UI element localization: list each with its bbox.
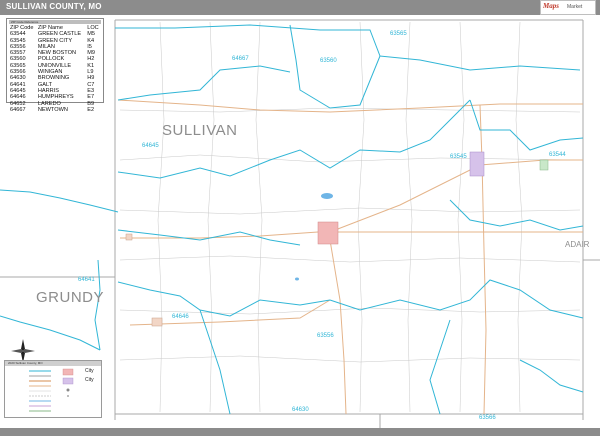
- brand-logo: Maps: [543, 2, 559, 10]
- zip-label-63560: 63560: [320, 58, 337, 64]
- zip-table: ZIP Code ZIP Name LOC 63544 GREEN CASTLE M…: [9, 25, 101, 113]
- title-bar: SULLIVAN COUNTY, MO Maps Market: [0, 0, 600, 15]
- zip-boundary: [117, 65, 291, 101]
- brand-sub: Market: [567, 4, 583, 10]
- minor-road: [405, 21, 413, 413]
- milan-town: [317, 221, 339, 245]
- county-label-sullivan: SULLIVAN: [162, 122, 238, 139]
- highway: [479, 104, 487, 415]
- bottom-bar: [0, 428, 600, 436]
- minor-road: [515, 21, 523, 413]
- legend-city-swatch: [62, 368, 74, 376]
- table-row: 63545 GREEN CITY K4: [9, 38, 101, 44]
- minor-road: [119, 355, 581, 363]
- legend-city-label-2: City: [85, 377, 94, 383]
- green-castle-town: [539, 159, 549, 171]
- table-row: 64630 BROWNING H9: [9, 75, 101, 81]
- table-row: 64652 LAREDO B9: [9, 101, 101, 107]
- minor-roads: [119, 21, 581, 413]
- zip-cell: 64667: [10, 106, 26, 113]
- county-label-adair: ADAIR: [565, 240, 590, 249]
- zip-label-63545: 63545: [450, 154, 467, 160]
- zip-boundary: [429, 319, 451, 415]
- table-row: 63544 GREEN CASTLE M5: [9, 31, 101, 37]
- table-row: 64667 NEWTOWN E2: [9, 107, 101, 113]
- county-label-grundy: GRUNDY: [36, 289, 105, 306]
- zip-label-63556: 63556: [317, 333, 334, 339]
- legend-town-swatch: [62, 377, 74, 385]
- minor-road: [357, 21, 365, 413]
- minor-road: [255, 21, 263, 413]
- legend-place-dot: [67, 395, 69, 397]
- zip-legend-header: ZIP Code Reference: [9, 20, 101, 24]
- zip-label-64641: 64641: [78, 277, 95, 283]
- minor-road: [119, 307, 581, 315]
- galt-town: [125, 233, 133, 241]
- minor-road: [457, 21, 465, 413]
- major-roads: [117, 99, 583, 415]
- zip-boundary: [0, 189, 119, 213]
- minor-road: [119, 207, 581, 215]
- zip-name-cell: GREEN CASTLE: [37, 31, 82, 38]
- table-row: 63560 POLLOCK H2: [9, 56, 101, 62]
- zip-legend-header-label: ZIP Code Reference: [11, 20, 39, 24]
- zip-label-64630: 64630: [292, 407, 309, 413]
- minor-road: [157, 21, 165, 413]
- zip-boundary: [115, 24, 581, 71]
- highway: [329, 159, 583, 233]
- map-title: SULLIVAN COUNTY, MO: [6, 2, 102, 11]
- zip-boundary: [117, 99, 471, 179]
- legend-city-label: City: [85, 368, 94, 374]
- zip-label-63544: 63544: [549, 152, 566, 158]
- zip-boundary: [449, 199, 584, 231]
- table-row: 64646 HUMPHREYS E7: [9, 94, 101, 100]
- highway: [120, 231, 319, 239]
- zip-legend: ZIP Code Reference ZIP Code ZIP Name LOC…: [6, 18, 104, 113]
- zip-label-64645: 64645: [142, 143, 159, 149]
- zip-label-63565: 63565: [390, 31, 407, 37]
- zip-boundary: [329, 279, 584, 319]
- zip-boundary: [289, 24, 381, 109]
- loc-cell: E2: [87, 106, 95, 113]
- humphreys-town: [151, 317, 163, 327]
- pond: [295, 277, 299, 281]
- legend-place-dot: [66, 388, 70, 392]
- green-city-town: [469, 151, 485, 177]
- highway: [329, 239, 347, 415]
- map-key: 2020 Sullivan County, MO City City: [4, 360, 102, 418]
- lake: [321, 193, 333, 199]
- zip-label-64667: 64667: [232, 56, 249, 62]
- brand-logo-box: Maps Market: [540, 0, 596, 15]
- zip-label-64646: 64646: [172, 314, 189, 320]
- zip-boundary: [199, 309, 231, 415]
- zip-label-63566: 63566: [479, 415, 496, 421]
- minor-road: [119, 255, 581, 263]
- zip-boundary: [469, 99, 584, 151]
- zip-name-cell: NEWTOWN: [37, 106, 68, 113]
- zip-boundary: [519, 359, 584, 393]
